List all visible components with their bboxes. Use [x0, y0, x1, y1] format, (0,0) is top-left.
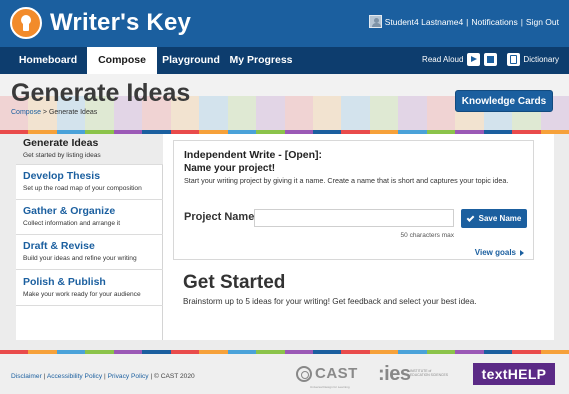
card-heading: Independent Write - [Open]:: [184, 149, 323, 161]
ies-logo[interactable]: :ies: [378, 363, 411, 386]
card-instructions: Start your writing project by giving it …: [184, 176, 509, 185]
sign-out-link[interactable]: Sign Out: [526, 17, 559, 27]
footer: Disclaimer | Accessibility Policy | Priv…: [0, 354, 569, 394]
privacy-policy-link[interactable]: Privacy Policy: [108, 373, 149, 380]
card-subheading: Name your project!: [184, 163, 276, 174]
read-aloud-controls: Read Aloud Dictionary: [422, 53, 559, 66]
app-title: Writer's Key: [50, 9, 192, 36]
cast-logo[interactable]: CAST: [296, 365, 358, 382]
char-limit-hint: 50 characters max: [400, 232, 454, 239]
project-name-label: Project Name:: [184, 211, 258, 223]
top-header: Writer's Key Student4 Lastname4 | Notifi…: [0, 0, 569, 47]
cast-tagline: Universal Design for Learning: [310, 385, 350, 389]
save-name-button[interactable]: Save Name: [461, 209, 527, 228]
sidebar-item-develop-thesis[interactable]: Develop Thesis Set up the road map of yo…: [16, 165, 163, 200]
sidebar-item-draft-revise[interactable]: Draft & Revise Build your ideas and refi…: [16, 235, 163, 270]
disclaimer-link[interactable]: Disclaimer: [11, 373, 42, 380]
sidebar-item-polish-publish[interactable]: Polish & Publish Make your work ready fo…: [16, 270, 163, 306]
tab-playground[interactable]: Playground: [157, 47, 225, 74]
copyright: © CAST 2020: [154, 373, 195, 380]
play-icon[interactable]: [467, 53, 481, 66]
notifications-link[interactable]: Notifications: [471, 17, 517, 27]
sidebar-item-generate-ideas[interactable]: Generate Ideas Get started by listing id…: [16, 134, 163, 165]
accessibility-policy-link[interactable]: Accessibility Policy: [47, 373, 102, 380]
check-icon: [466, 213, 475, 222]
page-title: Generate Ideas: [11, 79, 191, 107]
texthelp-logo[interactable]: textHELP: [473, 363, 555, 385]
dictionary-link[interactable]: Dictionary: [523, 55, 559, 64]
get-started-description: Brainstorm up to 5 ideas for your writin…: [183, 297, 477, 306]
avatar-icon: [368, 15, 382, 28]
breadcrumb-compose-link[interactable]: Compose: [11, 109, 41, 116]
cast-ring-icon: [296, 365, 312, 382]
footer-links: Disclaimer | Accessibility Policy | Priv…: [11, 373, 195, 380]
breadcrumb: Compose > Generate Ideas: [11, 109, 98, 116]
project-name-card: Independent Write - [Open]: Name your pr…: [173, 140, 534, 260]
project-name-input[interactable]: [254, 209, 454, 227]
read-aloud-label: Read Aloud: [422, 55, 464, 64]
user-area: Student4 Lastname4 | Notifications | Sig…: [368, 15, 559, 28]
dictionary-book-icon[interactable]: [507, 53, 521, 66]
get-started-heading: Get Started: [183, 272, 286, 293]
tab-compose[interactable]: Compose: [87, 47, 157, 76]
stop-icon[interactable]: [484, 53, 498, 66]
breadcrumb-current: Generate Ideas: [48, 109, 98, 116]
knowledge-cards-button[interactable]: Knowledge Cards: [455, 90, 553, 112]
tab-my-progress[interactable]: My Progress: [225, 47, 297, 74]
caret-right-icon: [520, 249, 524, 256]
sidebar-item-gather-organize[interactable]: Gather & Organize Collect information an…: [16, 200, 163, 235]
tab-homeboard[interactable]: Homeboard: [9, 47, 87, 74]
view-goals-link[interactable]: View goals: [475, 248, 524, 257]
key-logo-icon: [10, 7, 42, 39]
step-sidebar: Generate Ideas Get started by listing id…: [16, 134, 163, 340]
main-content: Independent Write - [Open]: Name your pr…: [163, 134, 554, 340]
ies-subtitle: INSTITUTE of EDUCATION SCIENCES: [410, 369, 448, 377]
main-nav: Homeboard Compose Playground My Progress…: [0, 47, 569, 76]
user-name[interactable]: Student4 Lastname4: [385, 17, 463, 27]
